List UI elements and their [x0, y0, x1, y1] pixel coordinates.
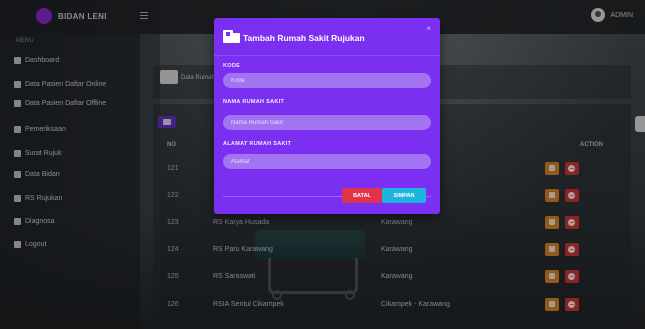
close-icon[interactable]: × — [426, 24, 431, 33]
kode-label: KODE — [223, 63, 241, 69]
modal-title: Tambah Rumah Sakit Rujukan — [243, 33, 365, 43]
simpan-button[interactable]: SIMPAN — [382, 188, 426, 203]
modal-header: Tambah Rumah Sakit Rujukan × — [214, 18, 440, 56]
kode-input[interactable] — [223, 73, 431, 88]
alamat-input[interactable] — [223, 154, 431, 169]
alamat-rumah-sakit-label: ALAMAT RUMAH SAKIT — [223, 141, 292, 147]
hospital-icon — [223, 28, 240, 43]
add-hospital-modal: Tambah Rumah Sakit Rujukan × KODE NAMA R… — [214, 18, 440, 214]
nama-rumah-sakit-input[interactable] — [223, 115, 431, 130]
nama-rumah-sakit-label: NAMA RUMAH SAKIT — [223, 99, 285, 105]
batal-button[interactable]: BATAL — [342, 188, 382, 203]
